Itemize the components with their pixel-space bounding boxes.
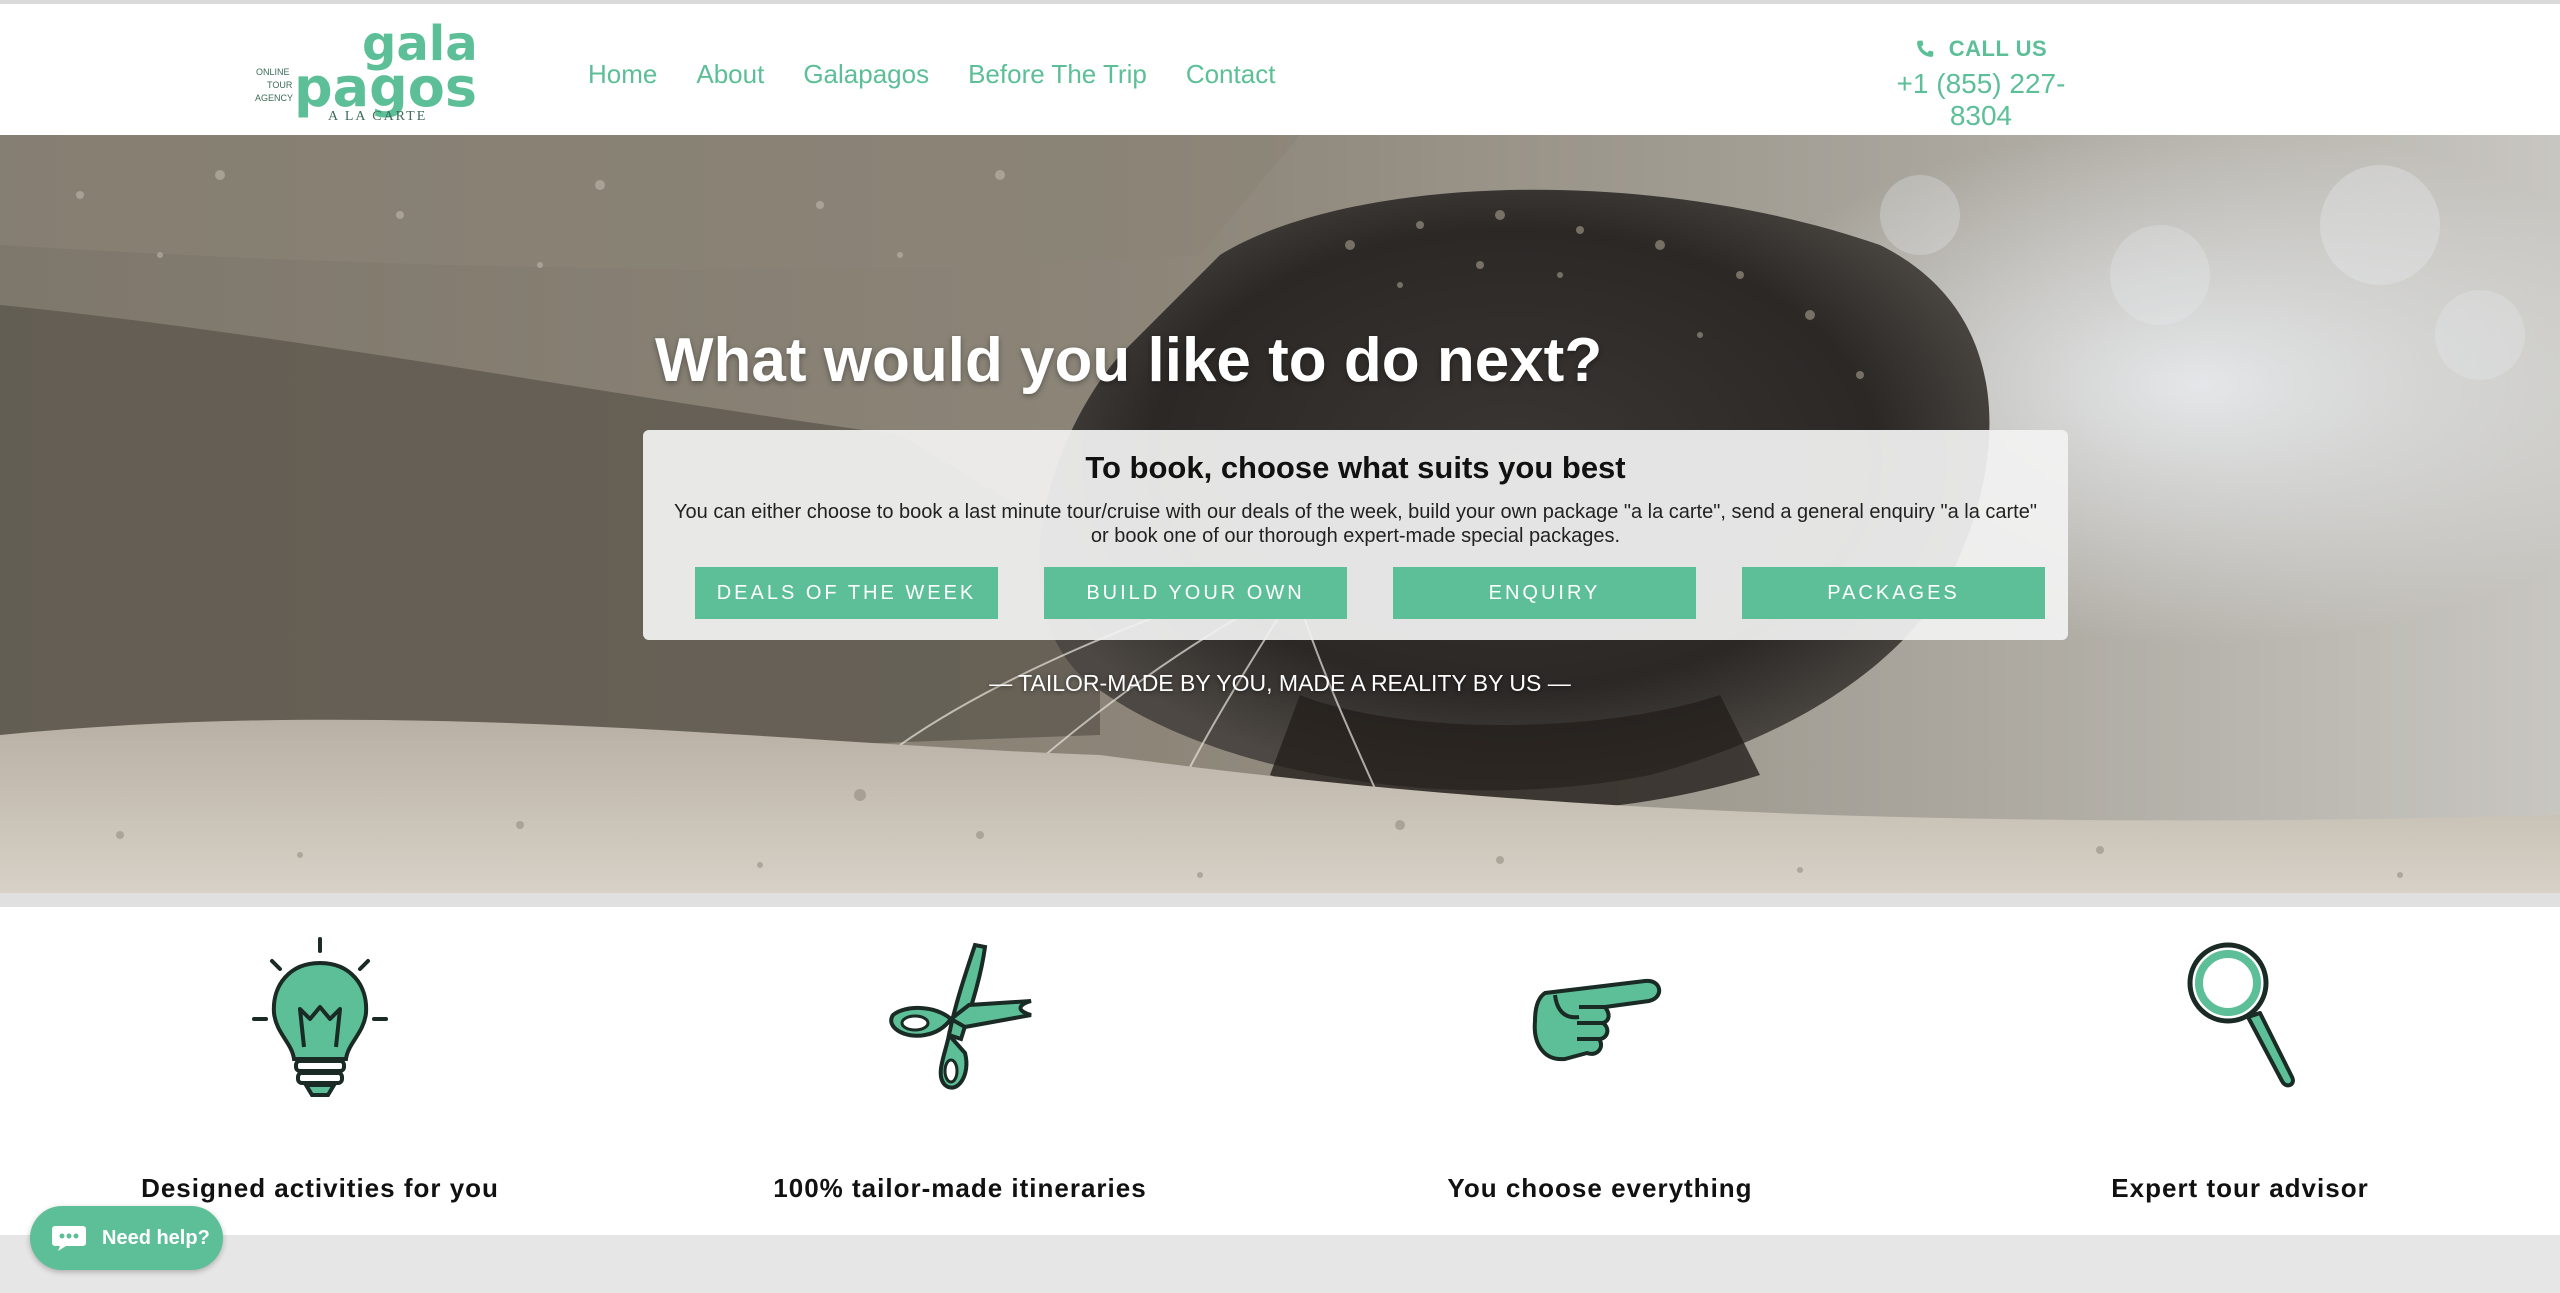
logo-small-text-1: ONLINE xyxy=(256,67,290,77)
main-nav: Home About Galapagos Before The Trip Con… xyxy=(588,56,1314,92)
site-header: ONLINE TOUR AGENCY gala pagos A LA CARTE… xyxy=(0,4,2560,135)
feature-label: You choose everything xyxy=(1447,1173,1753,1203)
feature-label: Expert tour advisor xyxy=(2111,1173,2369,1203)
feature-you-choose: You choose everything xyxy=(1280,907,1920,1203)
feature-tailor-made: 100% tailor-made itineraries xyxy=(640,907,1280,1203)
hero-tagline: — TAILOR-MADE BY YOU, MADE A REALITY BY … xyxy=(989,670,1571,696)
nav-about[interactable]: About xyxy=(696,56,764,92)
nav-galapagos[interactable]: Galapagos xyxy=(803,56,929,92)
packages-button[interactable]: PACKAGES xyxy=(1742,567,2045,619)
nav-contact[interactable]: Contact xyxy=(1186,56,1276,92)
logo[interactable]: ONLINE TOUR AGENCY gala pagos A LA CARTE xyxy=(250,16,490,128)
logo-tag: A LA CARTE xyxy=(328,109,427,124)
phone-icon xyxy=(1916,40,1934,57)
section-divider xyxy=(0,893,2560,907)
deals-of-the-week-button[interactable]: DEALS OF THE WEEK xyxy=(695,567,998,619)
build-your-own-button[interactable]: BUILD YOUR OWN xyxy=(1044,567,1347,619)
nav-home[interactable]: Home xyxy=(588,56,657,92)
logo-small-text-2: TOUR xyxy=(267,80,293,90)
nav-before-the-trip[interactable]: Before The Trip xyxy=(968,56,1147,92)
booking-box: To book, choose what suits you best You … xyxy=(643,430,2068,640)
need-help-button[interactable]: Need help? xyxy=(30,1206,223,1270)
call-us-label: CALL US xyxy=(1948,36,2048,61)
hero-section: What would you like to do next? To book,… xyxy=(0,135,2560,893)
logo-small-text-3: AGENCY xyxy=(255,93,293,103)
scissors-icon xyxy=(889,942,1032,1090)
phone-number[interactable]: +1 (855) 227-8304 xyxy=(1866,68,2096,132)
call-us-block[interactable]: CALL US +1 (855) 227-8304 xyxy=(1866,36,2096,132)
magnifier-icon xyxy=(2187,942,2295,1088)
need-help-label: Need help? xyxy=(102,1226,210,1249)
feature-label: 100% tailor-made itineraries xyxy=(773,1173,1147,1203)
hero-title: What would you like to do next? xyxy=(655,326,1603,395)
feature-designed-activities: Designed activities for you xyxy=(0,907,640,1203)
feature-expert-advisor: Expert tour advisor xyxy=(1920,907,2560,1203)
booking-buttons: DEALS OF THE WEEK BUILD YOUR OWN ENQUIRY… xyxy=(695,567,2045,619)
features-section: Designed activities for you 100% tailor-… xyxy=(0,907,2560,1235)
booking-box-text: You can either choose to book a last min… xyxy=(674,501,2037,547)
footer-band xyxy=(0,1235,2560,1293)
chat-bubble-icon xyxy=(52,1226,86,1251)
feature-label: Designed activities for you xyxy=(141,1173,499,1203)
pointing-hand-icon xyxy=(1532,978,1661,1062)
lightbulb-icon xyxy=(252,937,388,1097)
enquiry-button[interactable]: ENQUIRY xyxy=(1393,567,1696,619)
booking-box-title: To book, choose what suits you best xyxy=(1085,450,1626,485)
